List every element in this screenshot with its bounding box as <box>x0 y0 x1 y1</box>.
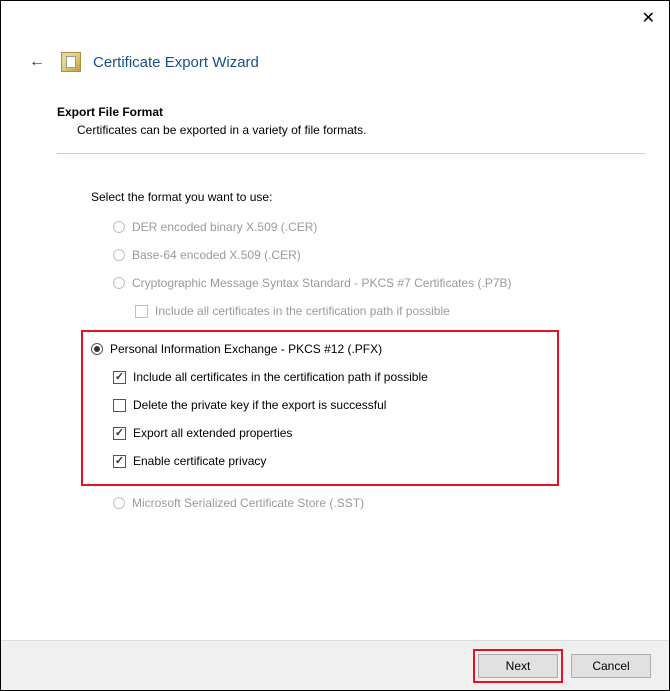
checkbox-icon <box>135 305 148 318</box>
radio-label: Personal Information Exchange - PKCS #12… <box>110 342 382 356</box>
radio-icon <box>113 277 125 289</box>
radio-der: DER encoded binary X.509 (.CER) <box>113 220 645 234</box>
wizard-footer: Next Cancel <box>1 640 669 690</box>
checkbox-pfx-privacy[interactable]: Enable certificate privacy <box>113 454 549 468</box>
radio-icon <box>91 343 103 355</box>
radio-label: Microsoft Serialized Certificate Store (… <box>132 496 364 510</box>
format-selection-form: Select the format you want to use: DER e… <box>1 154 669 510</box>
checkbox-icon <box>113 427 126 440</box>
radio-base64: Base-64 encoded X.509 (.CER) <box>113 248 645 262</box>
checkbox-label: Include all certificates in the certific… <box>155 304 450 318</box>
checkbox-pkcs7-include: Include all certificates in the certific… <box>135 304 645 318</box>
wizard-header: ← Certificate Export Wizard <box>1 1 669 75</box>
checkbox-pfx-delete[interactable]: Delete the private key if the export is … <box>113 398 549 412</box>
radio-label: Base-64 encoded X.509 (.CER) <box>132 248 301 262</box>
close-icon[interactable]: ✕ <box>642 11 655 27</box>
checkbox-label: Export all extended properties <box>133 426 292 440</box>
form-prompt: Select the format you want to use: <box>91 190 645 204</box>
checkbox-label: Include all certificates in the certific… <box>133 370 428 384</box>
certificate-wizard-icon <box>61 52 81 72</box>
radio-label: DER encoded binary X.509 (.CER) <box>132 220 317 234</box>
radio-icon <box>113 497 125 509</box>
checkbox-pfx-extended[interactable]: Export all extended properties <box>113 426 549 440</box>
radio-label: Cryptographic Message Syntax Standard - … <box>132 276 512 290</box>
checkbox-icon <box>113 455 126 468</box>
next-button[interactable]: Next <box>478 654 558 678</box>
back-arrow-icon[interactable]: ← <box>25 49 49 75</box>
radio-pfx[interactable]: Personal Information Exchange - PKCS #12… <box>91 342 549 356</box>
radio-sst: Microsoft Serialized Certificate Store (… <box>113 496 645 510</box>
checkbox-pfx-include[interactable]: Include all certificates in the certific… <box>113 370 549 384</box>
next-highlight: Next <box>473 649 563 683</box>
page-heading-block: Export File Format Certificates can be e… <box>1 75 669 154</box>
section-title: Export File Format <box>57 105 645 119</box>
wizard-title: Certificate Export Wizard <box>93 54 259 71</box>
section-description: Certificates can be exported in a variet… <box>77 123 645 137</box>
checkbox-label: Delete the private key if the export is … <box>133 398 386 412</box>
radio-icon <box>113 221 125 233</box>
radio-pkcs7: Cryptographic Message Syntax Standard - … <box>113 276 645 290</box>
checkbox-icon <box>113 399 126 412</box>
highlighted-selection: Personal Information Exchange - PKCS #12… <box>81 330 559 486</box>
cancel-button[interactable]: Cancel <box>571 654 651 678</box>
radio-icon <box>113 249 125 261</box>
checkbox-label: Enable certificate privacy <box>133 454 266 468</box>
checkbox-icon <box>113 371 126 384</box>
